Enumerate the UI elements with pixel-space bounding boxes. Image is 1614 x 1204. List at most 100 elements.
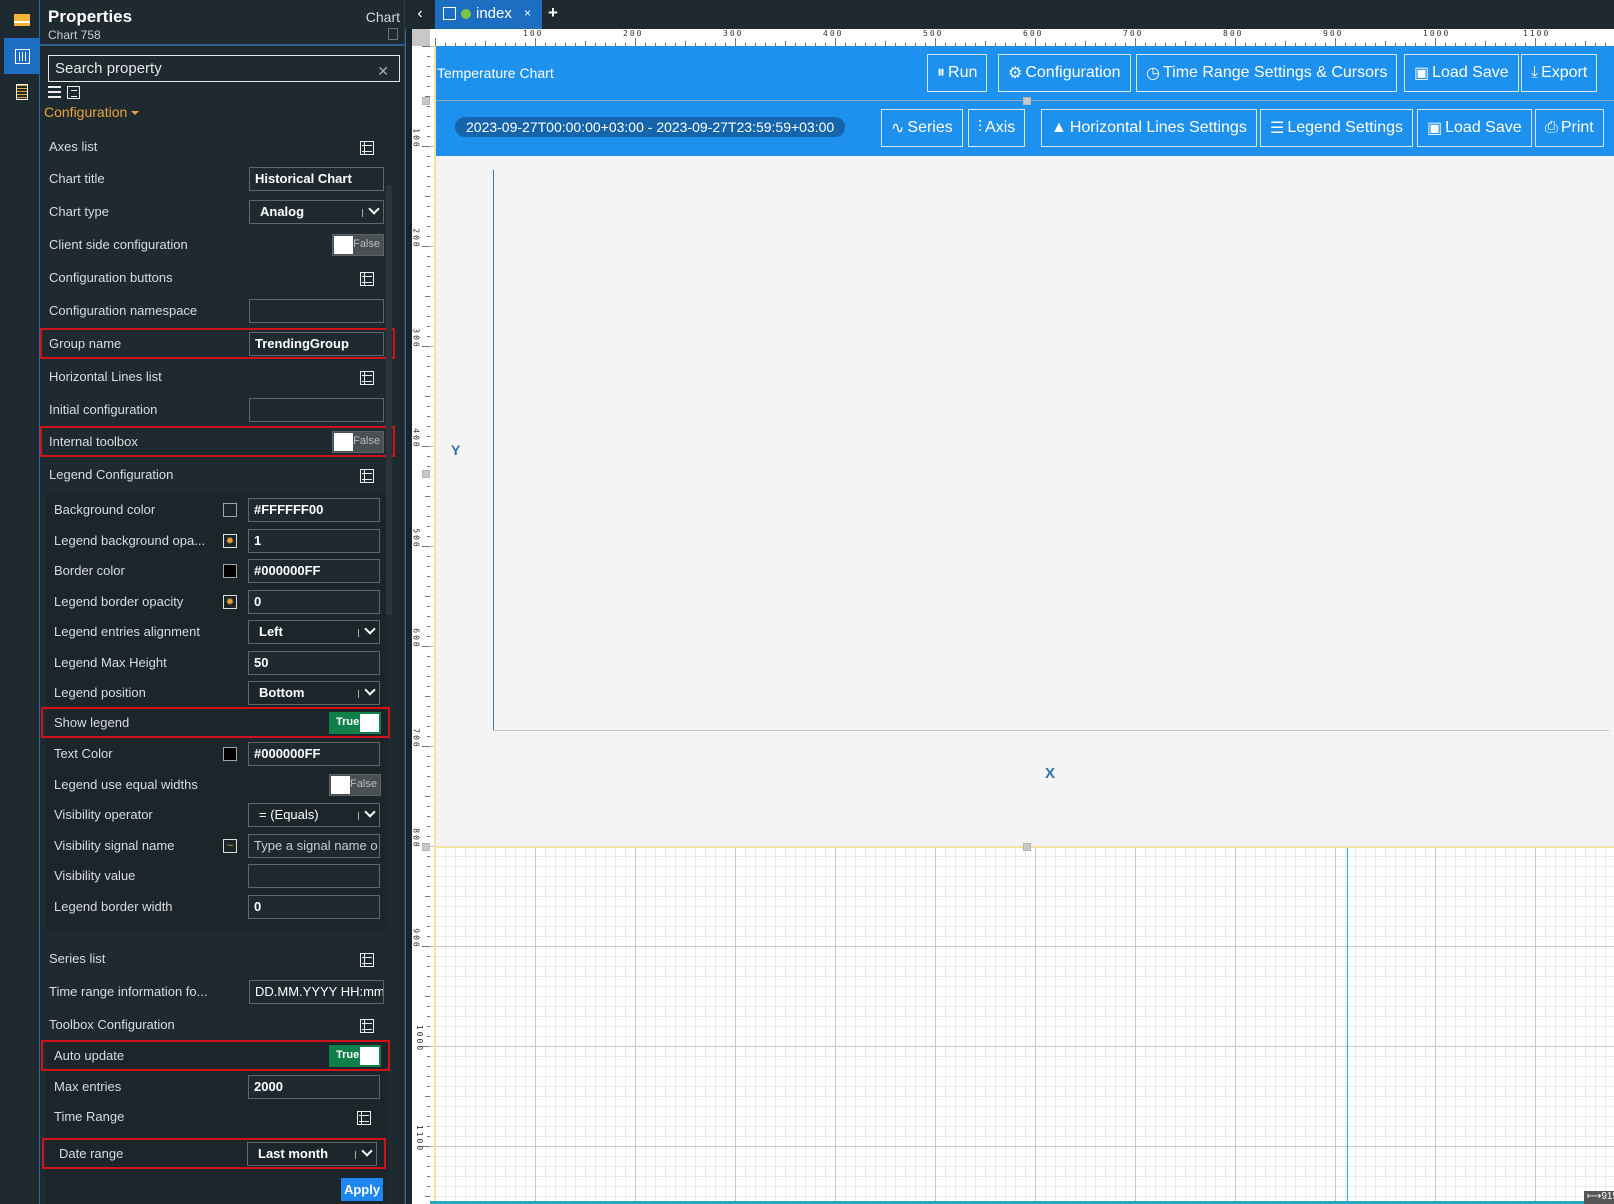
legend-max-height-input[interactable]: 50: [248, 651, 380, 675]
group-name-input[interactable]: TrendingGroup: [249, 332, 384, 356]
color-swatch[interactable]: [223, 564, 237, 578]
list-editor-icon[interactable]: [360, 1019, 374, 1033]
max-entries-input[interactable]: 2000: [248, 1075, 380, 1099]
select-value: Left: [259, 624, 283, 639]
chart-widget[interactable]: Temperature Chart ⏸ Run ⚙ Configuration ◷ T…: [422, 46, 1614, 851]
ruler-tick: [427, 186, 430, 187]
row-visibility-value: Visibility value: [40, 862, 395, 890]
rail-document[interactable]: [4, 74, 40, 110]
ruler-tick: [427, 226, 430, 227]
internal-toolbox-toggle[interactable]: False: [332, 431, 384, 453]
legend-position-select[interactable]: Bottom: [248, 681, 380, 705]
button-label: Axis: [985, 119, 1016, 136]
ruler-tick: [427, 1186, 430, 1187]
tab-index[interactable]: index ×: [435, 0, 542, 29]
rail-toolbox[interactable]: [4, 2, 40, 38]
legend-settings-button[interactable]: ☰ Legend Settings: [1260, 109, 1413, 147]
client-side-toggle[interactable]: False: [332, 234, 384, 256]
border-color-input[interactable]: #000000FF: [248, 559, 380, 583]
legend-border-opacity-input[interactable]: 0: [248, 590, 380, 614]
resize-handle[interactable]: [422, 97, 430, 105]
legend-alignment-select[interactable]: Left: [248, 620, 380, 644]
ruler-label: 1000: [1423, 29, 1451, 38]
row-legend-position: Legend position Bottom: [40, 679, 395, 707]
list-editor-icon[interactable]: [360, 469, 374, 483]
time-range-format-input[interactable]: DD.MM.YYYY HH:mm: [249, 980, 384, 1004]
load-save-button[interactable]: ▣ Load Save: [1404, 54, 1519, 92]
visibility-signal-input[interactable]: Type a signal name o: [248, 834, 380, 858]
load-save-button-2[interactable]: ▣ Load Save: [1417, 109, 1532, 147]
color-swatch[interactable]: [223, 503, 237, 517]
search-property-input[interactable]: Search property ✕: [48, 55, 400, 82]
guide-line-vertical[interactable]: [1347, 848, 1348, 1204]
select-value: Analog: [260, 204, 305, 219]
background-color-input[interactable]: #FFFFFF00: [248, 498, 380, 522]
resize-handle[interactable]: [1023, 97, 1031, 105]
list-editor-icon[interactable]: [360, 272, 374, 286]
section-configuration[interactable]: Configuration: [44, 104, 140, 120]
label: Time Range: [54, 1109, 125, 1124]
signal-icon[interactable]: ~: [223, 839, 237, 853]
visibility-value-input[interactable]: [248, 864, 380, 888]
gear-icon[interactable]: ✹: [223, 595, 237, 609]
close-tab-icon[interactable]: ×: [524, 6, 531, 20]
panel-scrollbar[interactable]: [386, 185, 392, 615]
ruler-tick: [427, 316, 430, 317]
label: Initial configuration: [49, 402, 158, 417]
list-editor-icon[interactable]: [360, 953, 374, 967]
print-icon: ⎙: [1545, 119, 1558, 136]
add-tab-button[interactable]: +: [548, 3, 558, 23]
tab-back-button[interactable]: ‹: [405, 0, 435, 29]
horizontal-lines-button[interactable]: ▲ Horizontal Lines Settings: [1041, 109, 1257, 147]
axis-button[interactable]: ⫶ Axis: [968, 109, 1026, 147]
run-button[interactable]: ⏸ Run: [927, 54, 988, 92]
label: Text Color: [54, 746, 113, 761]
resize-handle[interactable]: [1023, 843, 1031, 851]
ruler-tick: [427, 636, 430, 637]
visibility-operator-select[interactable]: = (Equals): [248, 803, 380, 827]
legend-bg-opacity-input[interactable]: 1: [248, 529, 380, 553]
ruler-label: 600: [1023, 29, 1044, 38]
ruler-tick: [427, 56, 430, 57]
gear-icon[interactable]: ✹: [223, 534, 237, 548]
auto-update-toggle[interactable]: True: [329, 1045, 381, 1067]
time-range-pill[interactable]: 2023-09-27T00:00:00+03:00 - 2023-09-27T2…: [455, 117, 846, 137]
chart-type-select[interactable]: Analog: [249, 200, 384, 224]
rail-properties[interactable]: [4, 38, 40, 74]
export-button[interactable]: ⤓ Export: [1521, 54, 1598, 92]
copy-icon[interactable]: [388, 28, 398, 40]
list-view-icon[interactable]: [48, 86, 61, 98]
legend-equal-widths-toggle[interactable]: False: [329, 774, 381, 796]
list-editor-icon[interactable]: [360, 141, 374, 155]
apply-button[interactable]: Apply: [341, 1178, 383, 1201]
initial-config-input[interactable]: [249, 398, 384, 422]
detail-view-icon[interactable]: [67, 86, 80, 99]
series-button[interactable]: ∿ Series: [881, 109, 963, 147]
text-color-input[interactable]: #000000FF: [248, 742, 380, 766]
date-range-select[interactable]: Last month: [247, 1142, 377, 1166]
print-button[interactable]: ⎙ Print: [1535, 109, 1604, 147]
row-series-list: Series list: [40, 945, 395, 973]
chart-title-input[interactable]: Historical Chart: [249, 167, 384, 191]
color-swatch[interactable]: [223, 747, 237, 761]
clear-search-icon[interactable]: ✕: [377, 59, 389, 84]
ruler-tick: [427, 686, 430, 687]
list-icon: ☰: [1270, 120, 1285, 137]
show-legend-toggle[interactable]: True: [329, 712, 381, 734]
time-range-settings-button[interactable]: ◷ Time Range Settings & Cursors: [1136, 54, 1398, 92]
ruler-tick: [422, 446, 430, 447]
resize-handle[interactable]: [422, 843, 430, 851]
ruler-tick: [422, 646, 430, 647]
ruler-tick: [427, 876, 430, 877]
properties-panel: Properties Chart 758 Chart Search proper…: [40, 0, 405, 1204]
resize-handle[interactable]: [422, 470, 430, 478]
configuration-button[interactable]: ⚙ Configuration: [998, 54, 1131, 92]
ruler-label: 900: [411, 928, 421, 949]
list-editor-icon[interactable]: [357, 1111, 371, 1125]
legend-border-width-input[interactable]: 0: [248, 895, 380, 919]
list-editor-icon[interactable]: [360, 371, 374, 385]
ruler-tick: [427, 1136, 430, 1137]
ruler-tick: [427, 126, 430, 127]
config-namespace-input[interactable]: [249, 299, 384, 323]
label: Legend border width: [54, 899, 173, 914]
